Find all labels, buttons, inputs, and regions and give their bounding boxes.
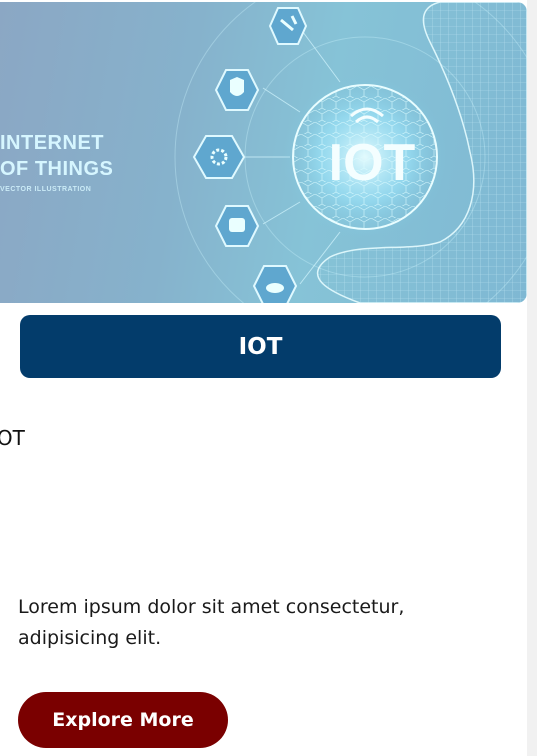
card-title: IOT [238,333,283,360]
card-title-banner: IOT [20,315,501,378]
globe-iot-label: IOT [329,134,416,192]
hero-tagline: VECTOR ILLUSTRATION [0,186,92,193]
explore-more-button[interactable]: Explore More [18,692,228,748]
hero-title-line2: OF THINGS [0,158,114,180]
hero-caption: INTERNET OF THINGS VECTOR ILLUSTRATION [0,130,113,196]
scrollbar-track[interactable] [527,0,537,756]
explore-more-label: Explore More [52,709,194,731]
database-icon [214,205,260,247]
card-subtitle: IOT [0,426,25,450]
hero-title-line1: INTERNET [0,132,104,154]
robot-arm-icon [268,7,308,45]
gear-icon [192,135,246,179]
hero-image: IOT INTERNET OF THINGS VECTOR ILLUSTRATI… [0,2,527,303]
shield-check-icon [214,69,260,111]
cloud-icon [252,265,298,303]
card-description: Lorem ipsum dolor sit amet consectetur, … [18,596,405,649]
